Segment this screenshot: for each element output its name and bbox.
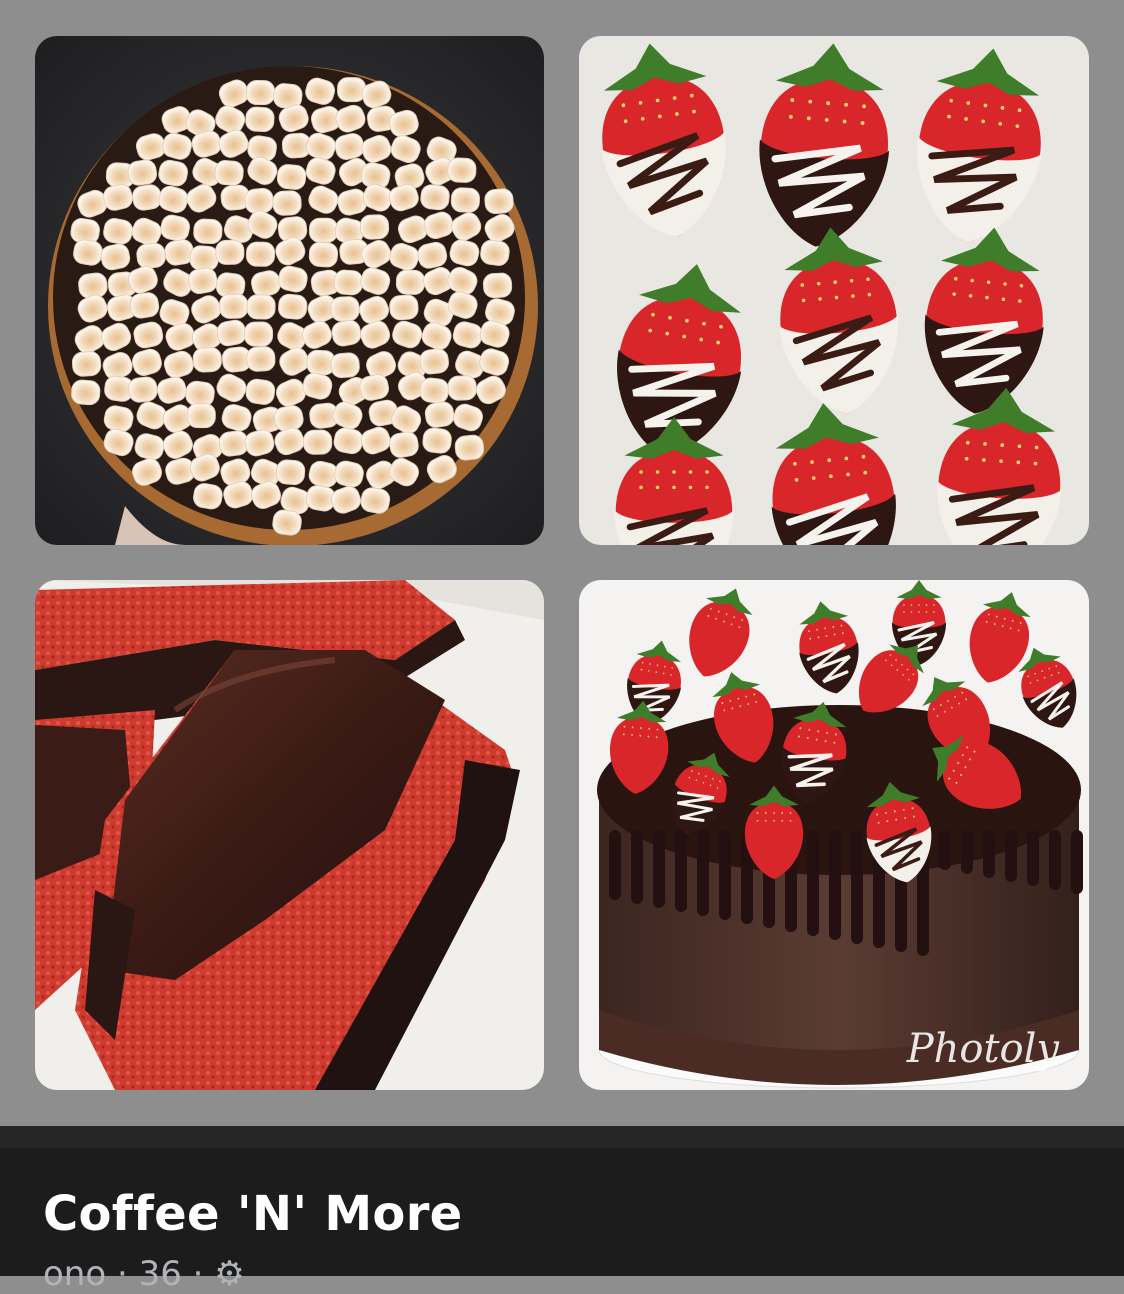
footer-divider — [0, 1126, 1124, 1148]
smores-pie-photo[interactable] — [35, 36, 544, 545]
photo-collage: Photoly — [0, 0, 1124, 1126]
red-velvet-cheesecake-photo[interactable] — [35, 580, 544, 1090]
photoly-watermark: Photoly — [906, 1026, 1059, 1072]
chocolate-strawberries-photo[interactable] — [579, 36, 1089, 545]
post-footer: Coffee 'N' More ono · 36 · ⚙ — [0, 1126, 1124, 1294]
page-title[interactable]: Coffee 'N' More — [43, 1186, 463, 1242]
post-meta: ono · 36 · ⚙ — [43, 1254, 245, 1294]
strawberry-chocolate-cake-photo[interactable]: Photoly — [579, 580, 1089, 1090]
